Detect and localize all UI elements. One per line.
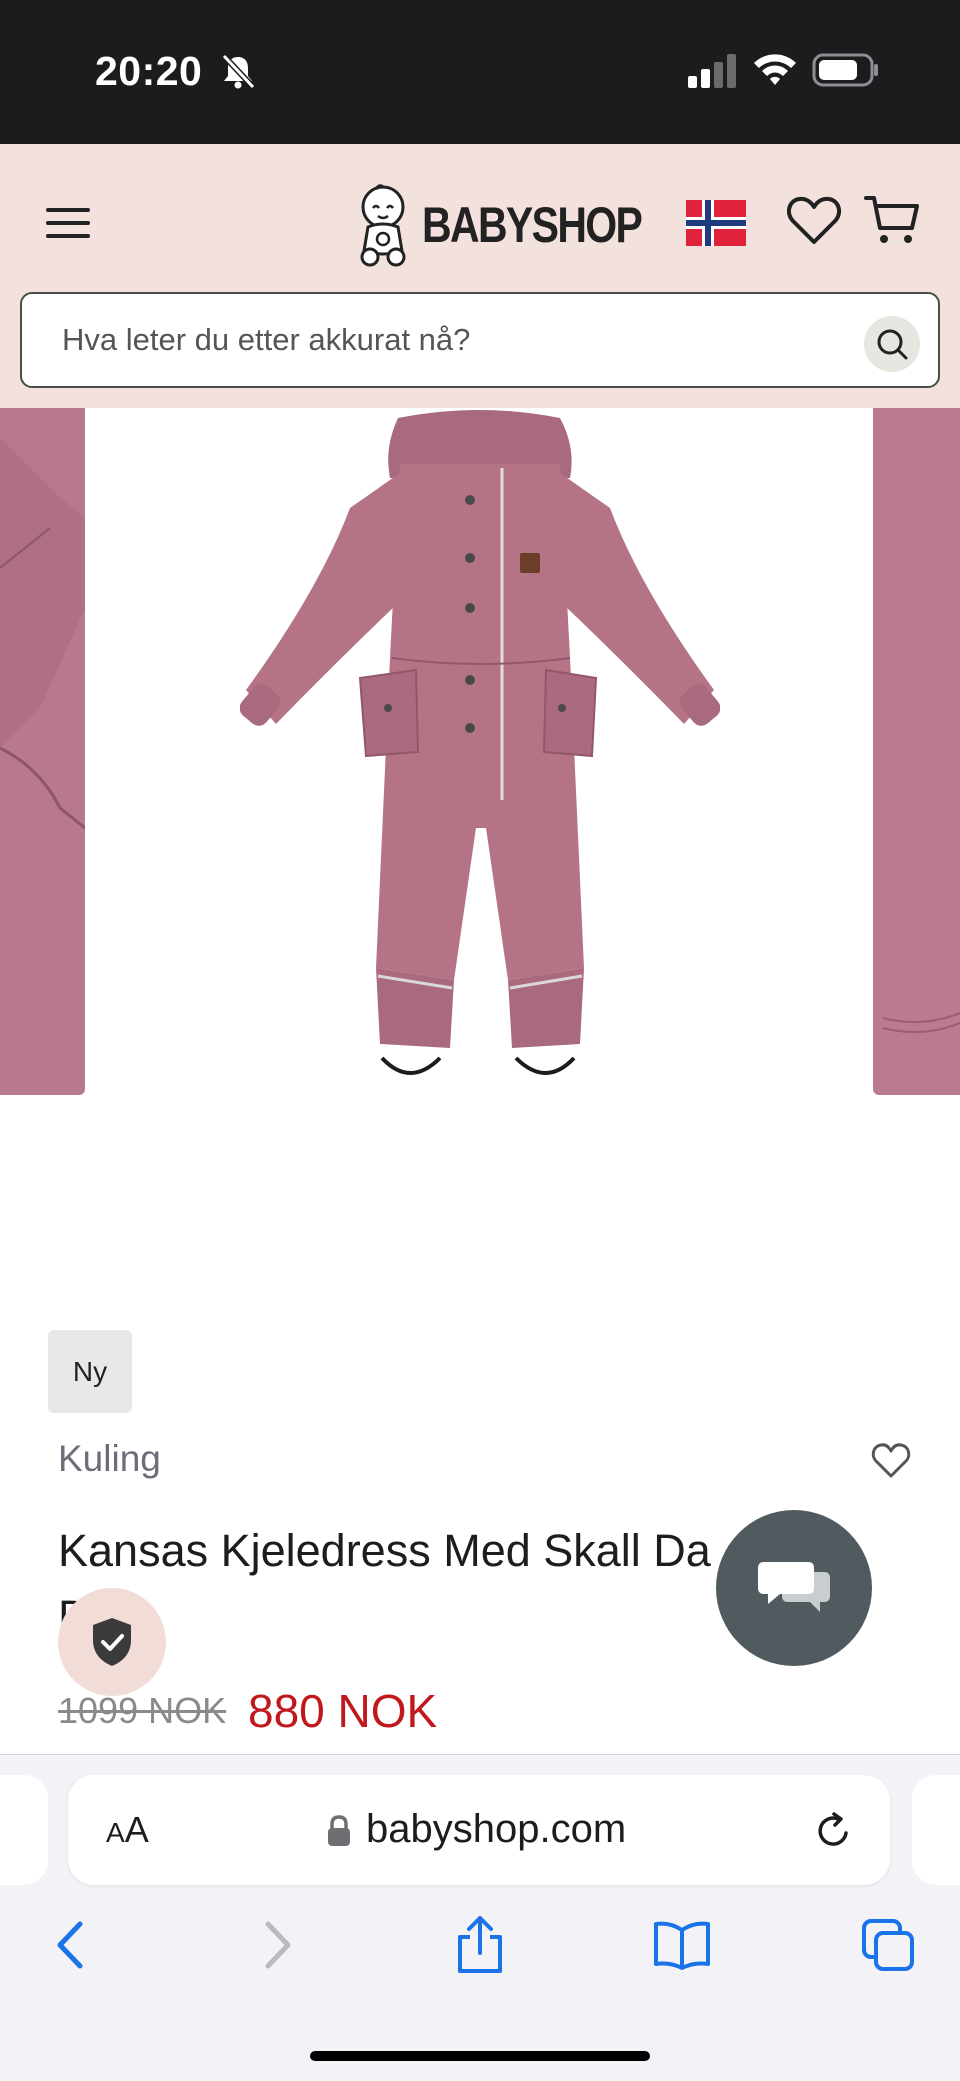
product-title-line1: Kansas Kjeledress Med Skall Da [58,1525,711,1576]
status-bar: 20:20 [0,0,960,144]
garment-detail-image [0,438,86,830]
next-tab-peek[interactable] [912,1775,960,1885]
logo-text: BABYSHOP [422,197,643,253]
forward-button[interactable] [248,1915,308,1975]
url-text: babyshop.com [366,1807,627,1851]
cellular-signal-icon [688,54,736,88]
search-box [20,292,940,388]
price-original: 1099 NOK [58,1690,227,1731]
shield-check-icon [93,1618,131,1666]
browser-nav-row [0,1915,960,1995]
back-button[interactable] [40,1915,100,1975]
wishlist-heart-icon[interactable] [786,194,842,248]
lock-icon [328,1815,350,1846]
baby-logo-icon [360,184,406,267]
share-icon [458,1916,502,1973]
text-size-button[interactable]: AA [106,1809,149,1851]
tabs-button[interactable] [858,1915,918,1975]
search-icon [877,329,908,360]
tabs-icon [862,1919,914,1971]
carousel-prev-image[interactable] [0,408,86,1095]
price-sale: 880 NOK [248,1685,438,1737]
babyshop-logo[interactable]: BABYSHOP [354,180,689,270]
product-image-overall [240,410,720,1075]
reload-icon[interactable] [814,1811,854,1851]
chevron-left-icon [57,1921,83,1969]
new-badge: Ny [48,1330,132,1413]
site-header: BABYSHOP [0,144,960,408]
chat-bubbles-icon [758,1562,830,1612]
product-image-carousel[interactable] [0,408,960,1098]
cart-icon[interactable] [864,192,920,248]
product-title: Kansas Kjeledress Med Skall Da D [58,1518,778,1650]
bell-muted-icon [221,53,256,90]
trust-shield-button[interactable] [58,1588,166,1696]
search-input[interactable] [62,294,842,386]
flag-norway-icon[interactable] [686,200,746,246]
previous-tab-peek[interactable] [0,1775,48,1885]
browser-toolbar: AA babyshop.com [0,1754,960,2081]
text-size-small-a: A [106,1817,125,1848]
add-to-wishlist-heart-icon[interactable] [871,1442,911,1480]
book-icon [654,1921,710,1970]
chat-button[interactable] [716,1510,872,1666]
wifi-icon [754,54,796,85]
text-size-large-a: A [124,1809,149,1850]
product-brand[interactable]: Kuling [58,1438,161,1480]
home-indicator[interactable] [310,2051,650,2061]
garment-detail-image [882,1012,960,1033]
address-bar[interactable]: AA babyshop.com [68,1775,890,1885]
share-button[interactable] [450,1915,510,1975]
product-title-line2: D [58,1584,778,1650]
bookmarks-button[interactable] [652,1915,712,1975]
menu-icon[interactable] [44,199,92,247]
carousel-next-image[interactable] [873,408,960,1095]
battery-icon [812,53,878,87]
status-time: 20:20 [95,48,203,94]
search-button[interactable] [864,316,920,372]
chevron-right-icon [265,1921,291,1969]
